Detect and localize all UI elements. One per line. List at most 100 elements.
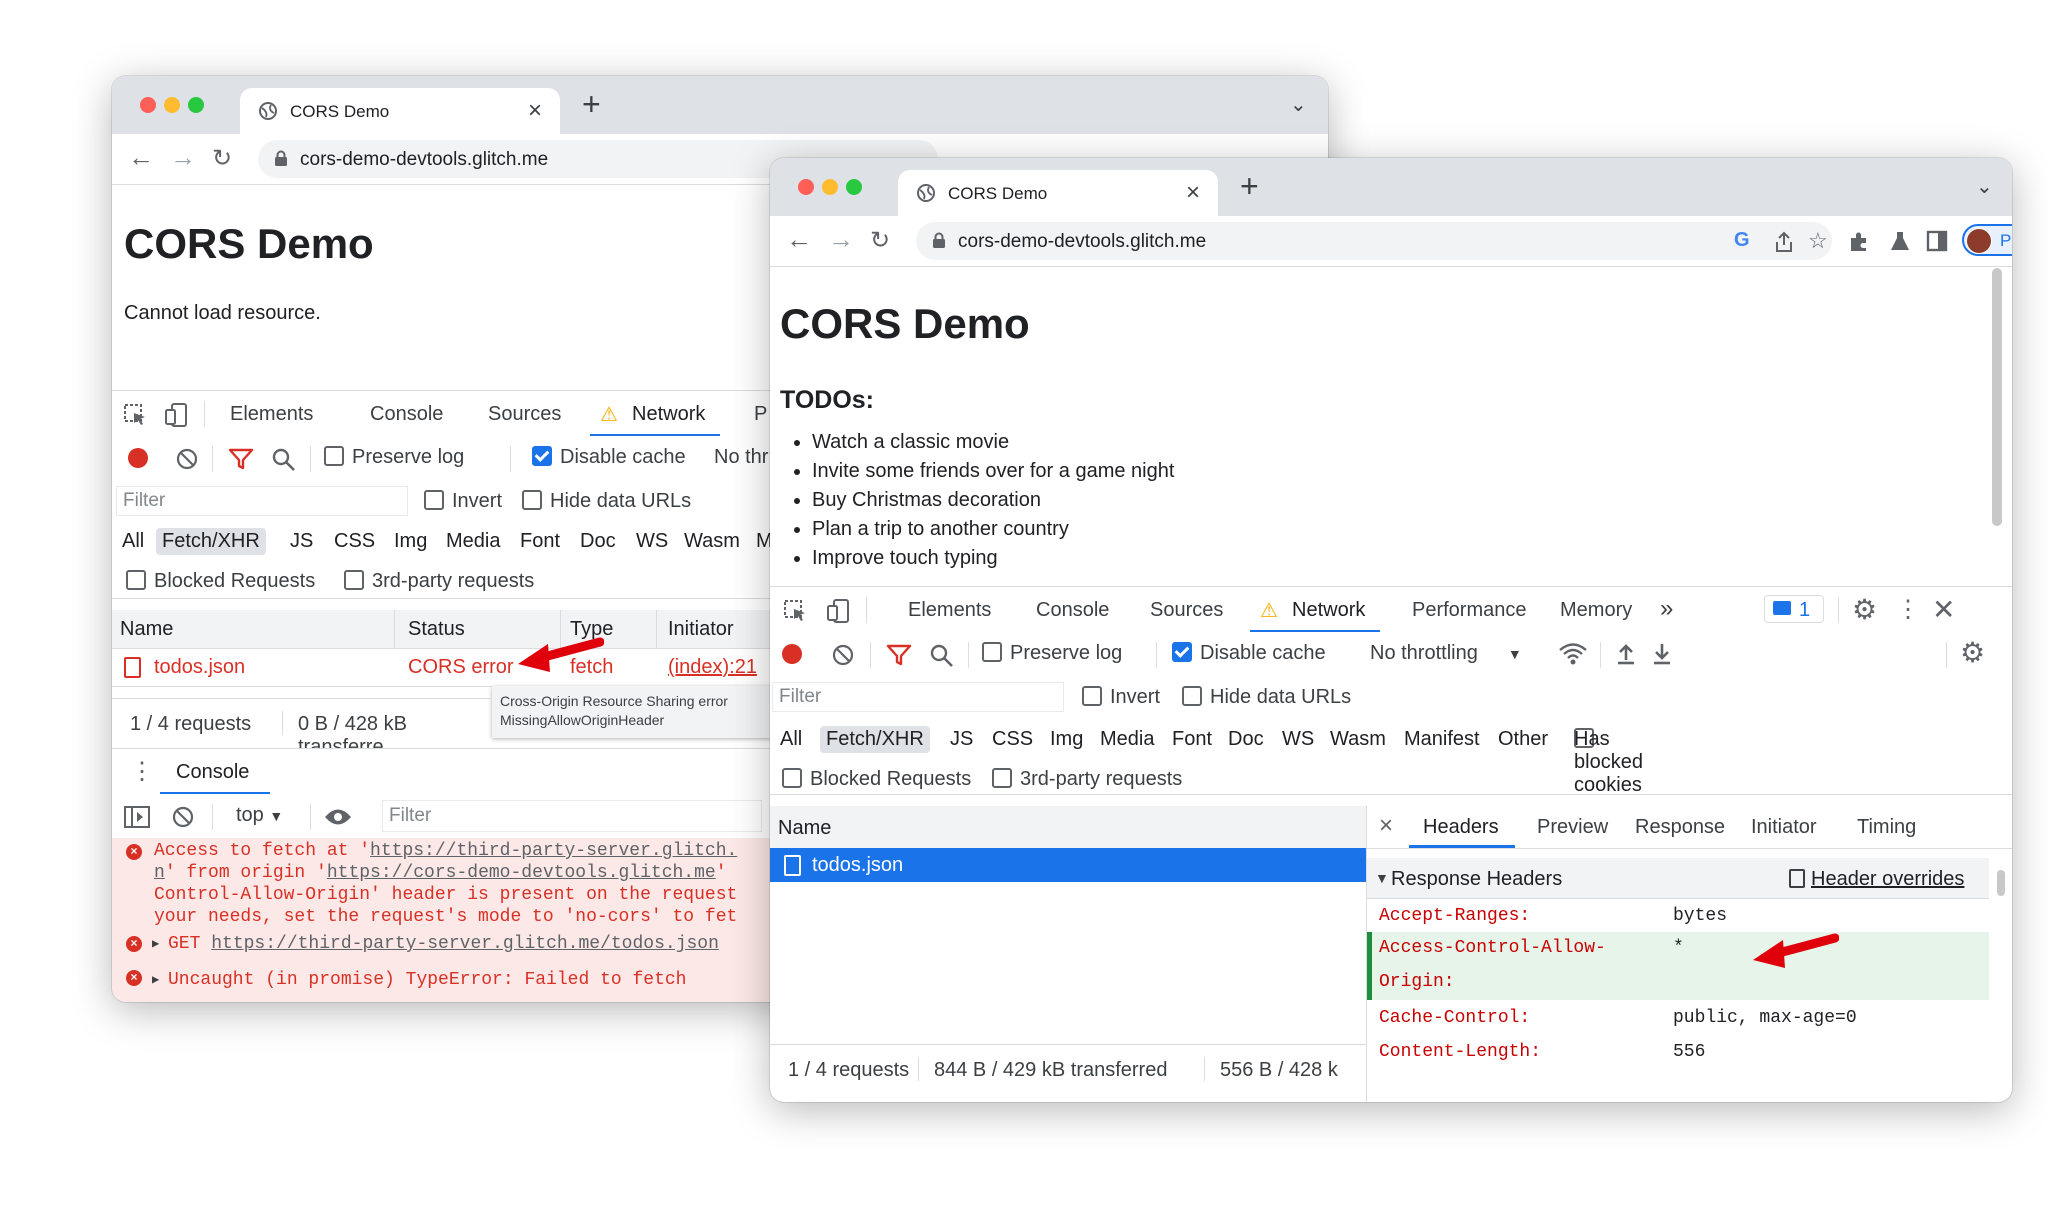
clear-icon[interactable] [832,644,854,666]
filter-wasm[interactable]: Wasm [684,530,740,553]
checkbox[interactable] [126,570,146,590]
gear-icon[interactable]: ⚙ [1852,593,1877,626]
filter-doc[interactable]: Doc [1228,728,1264,751]
more-tabs-icon[interactable]: » [1660,595,1673,623]
tab-elements[interactable]: Elements [908,599,991,622]
tab-elements[interactable]: Elements [230,403,313,426]
hide-data-urls-checkbox[interactable]: Hide data URLs [1182,686,1351,709]
labs-flask-icon[interactable] [1890,230,1910,252]
search-icon[interactable] [930,644,954,668]
browser-tab[interactable]: CORS Demo × [240,88,560,134]
checkbox[interactable] [782,768,802,788]
preserve-log-checkbox[interactable]: Preserve log [324,446,464,469]
filter-other[interactable]: Other [1498,728,1548,751]
checkbox[interactable] [992,768,1012,788]
disable-cache-checkbox[interactable]: Disable cache [1172,642,1326,665]
record-button[interactable] [782,644,802,664]
zoom-window-button[interactable] [188,97,204,113]
filter-fetch-xhr[interactable]: Fetch/XHR [820,726,930,753]
minimize-window-button[interactable] [822,179,838,195]
checkbox-checked[interactable] [532,446,552,466]
forward-arrow-icon[interactable]: → [828,224,854,255]
filter-img[interactable]: Img [394,530,427,553]
filter-wasm[interactable]: Wasm [1330,728,1386,751]
bookmark-star-icon[interactable]: ☆ [1808,228,1828,254]
checkbox[interactable] [1082,686,1102,706]
checkbox[interactable] [522,490,542,510]
filter-img[interactable]: Img [1050,728,1083,751]
filter-js[interactable]: JS [950,728,973,751]
throttling-select[interactable]: No thr [714,446,768,469]
filter-media[interactable]: Media [446,530,500,553]
column-name[interactable]: Name [778,817,831,840]
tab-sources[interactable]: Sources [488,403,561,426]
tab-network[interactable]: Network [1292,599,1365,622]
network-conditions-icon[interactable] [1558,642,1588,666]
invert-checkbox[interactable]: Invert [424,490,502,513]
export-har-icon[interactable] [1652,642,1672,666]
google-icon[interactable]: G [1734,229,1750,252]
filter-ws[interactable]: WS [1282,728,1314,751]
close-tab-icon[interactable]: × [1186,179,1200,207]
third-party-checkbox[interactable]: 3rd-party requests [344,570,534,593]
checkbox-checked[interactable] [1172,642,1192,662]
blocked-requests-checkbox[interactable]: Blocked Requests [126,570,315,593]
filter-all[interactable]: All [780,728,802,751]
reload-icon[interactable]: ↻ [212,144,232,173]
chevron-down-icon[interactable]: ⌄ [1290,92,1307,117]
close-icon[interactable]: ✕ [1932,593,1955,626]
back-arrow-icon[interactable]: ← [128,142,154,173]
filter-media[interactable]: Media [1100,728,1154,751]
header-overrides-link[interactable]: Header overrides [1811,868,1964,891]
address-bar[interactable]: cors-demo-devtools.glitch.me G ☆ [916,222,1832,260]
new-tab-icon[interactable]: + [582,86,601,123]
share-icon[interactable] [1774,231,1794,253]
tab-initiator[interactable]: Initiator [1751,816,1817,839]
chevron-down-icon[interactable]: ⌄ [1976,174,1993,199]
console-link[interactable]: https://third-party-server.glitch. [370,841,737,861]
issues-badge[interactable]: 1 [1764,595,1824,623]
import-har-icon[interactable] [1616,642,1636,666]
close-detail-icon[interactable]: × [1379,812,1393,840]
tab-network[interactable]: Network [632,403,705,426]
tab-performance[interactable]: P [754,403,767,426]
close-tab-icon[interactable]: × [528,97,542,125]
filter-css[interactable]: CSS [992,728,1033,751]
device-toolbar-icon[interactable] [164,402,190,428]
tab-response[interactable]: Response [1635,816,1725,839]
reload-icon[interactable]: ↻ [870,226,890,255]
page-scrollbar[interactable] [1992,268,2002,526]
close-window-button[interactable] [140,97,156,113]
inspect-element-icon[interactable] [124,404,148,426]
filter-all[interactable]: All [122,530,144,553]
column-status[interactable]: Status [408,618,465,641]
tab-headers[interactable]: Headers [1423,816,1499,839]
more-options-icon[interactable]: ⋮ [130,757,154,786]
tab-timing[interactable]: Timing [1857,816,1916,839]
minimize-window-button[interactable] [164,97,180,113]
search-icon[interactable] [272,448,296,472]
device-toolbar-icon[interactable] [826,598,852,624]
hide-data-urls-checkbox[interactable]: Hide data URLs [522,490,691,513]
checkbox[interactable] [324,446,344,466]
new-tab-icon[interactable]: + [1240,168,1259,205]
filter-icon[interactable] [228,448,254,470]
profile-paused-button[interactable]: Paused [1962,224,2012,256]
back-arrow-icon[interactable]: ← [786,224,812,255]
filter-manifest[interactable]: Manifest [1404,728,1480,751]
filter-input[interactable]: Filter [116,486,408,516]
expand-triangle-icon[interactable]: ▶ [152,936,159,951]
filter-ws[interactable]: WS [636,530,668,553]
tab-console[interactable]: Console [370,403,443,426]
tab-preview[interactable]: Preview [1537,816,1608,839]
filter-css[interactable]: CSS [334,530,375,553]
filter-font[interactable]: Font [1172,728,1212,751]
filter-doc[interactable]: Doc [580,530,616,553]
sidebar-toggle-icon[interactable] [124,806,150,828]
network-settings-gear-icon[interactable]: ⚙ [1960,636,1985,669]
side-panel-icon[interactable] [1926,230,1948,252]
extensions-icon[interactable] [1848,230,1870,252]
eye-icon[interactable] [324,808,352,826]
context-selector[interactable]: top ▼ [236,804,283,827]
checkbox[interactable] [424,490,444,510]
